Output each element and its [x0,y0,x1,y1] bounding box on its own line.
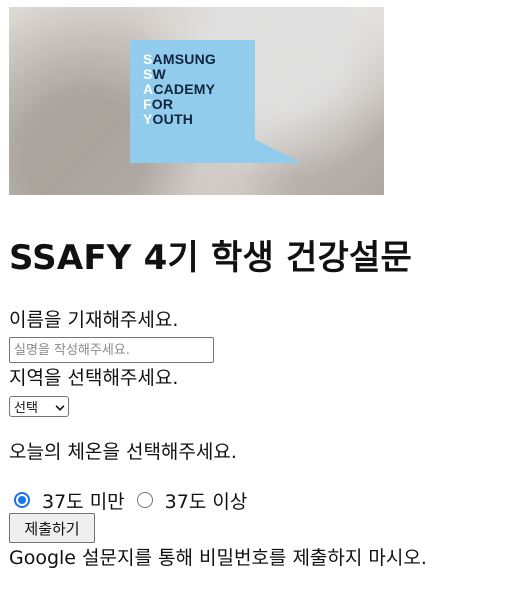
logo-line: SAMSUNG [143,51,216,67]
radio-under-37-label: 37도 미만 [42,490,125,513]
banner-image: SAMSUNG SW ACADEMY FOR YOUTH [9,7,384,195]
page-title: SSAFY 4기 학생 건강설문 [9,238,412,278]
logo-line: SW [143,66,166,82]
region-label: 지역을 선택해주세요. [9,367,179,389]
ssafy-logo-tail [130,139,302,163]
logo-line: YOUTH [143,111,194,127]
name-label: 이름을 기재해주세요. [9,309,179,331]
temperature-label: 오늘의 체온을 선택해주세요. [9,441,237,463]
radio-over-37-label: 37도 이상 [164,490,248,513]
submit-button[interactable]: 제출하기 [9,513,95,543]
password-warning: Google 설문지를 통해 비밀번호를 제출하지 마시오. [9,547,427,569]
logo-line: FOR [143,96,174,112]
temperature-options: 37도 미만 37도 이상 [14,489,259,513]
region-select[interactable]: 선택 [9,396,69,417]
radio-under-37[interactable] [14,492,30,508]
ssafy-logo-text: SAMSUNG SW ACADEMY FOR YOUTH [143,52,216,127]
radio-over-37[interactable] [136,492,153,508]
chevron-down-icon [55,402,65,412]
region-select-value: 선택 [14,401,38,416]
name-input[interactable] [9,337,214,363]
logo-line: ACADEMY [143,81,216,97]
